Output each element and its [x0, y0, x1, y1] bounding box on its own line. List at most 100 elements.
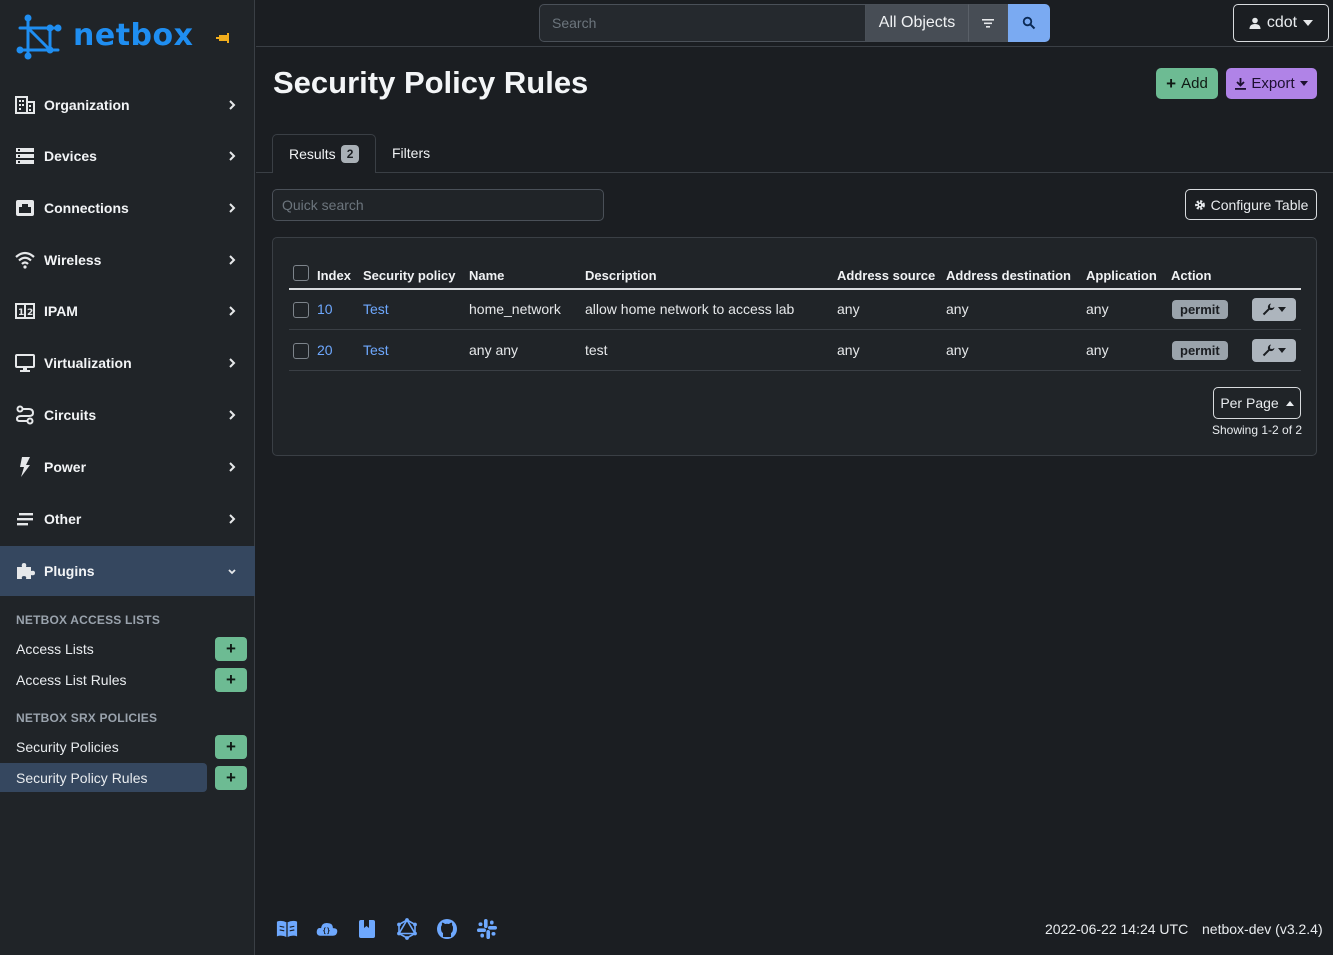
sidebar-link-access-list-rules[interactable]: Access List Rules	[0, 665, 207, 694]
plus-icon: +	[226, 639, 236, 658]
application-cell: any	[1086, 342, 1109, 358]
section-title-access-lists: NETBOX ACCESS LISTS	[16, 613, 161, 627]
address-source-cell: any	[837, 301, 860, 317]
add-security-policy-rule-button[interactable]: +	[215, 766, 247, 790]
notes-icon	[14, 508, 36, 530]
sidebar-item-organization[interactable]: Organization	[0, 80, 255, 130]
security-policy-link[interactable]: Test	[363, 301, 389, 317]
add-access-list-button[interactable]: +	[215, 637, 247, 661]
sidebar-link-security-policy-rules[interactable]: Security Policy Rules	[0, 763, 207, 792]
row-actions-button[interactable]	[1252, 339, 1296, 362]
pagination-summary: Showing 1-2 of 2	[1212, 423, 1303, 437]
slack-icon[interactable]	[476, 918, 498, 940]
user-icon	[1249, 17, 1261, 29]
row-select-checkbox[interactable]	[293, 302, 309, 318]
column-header-name[interactable]: Name	[469, 268, 504, 283]
description-cell: test	[585, 342, 608, 358]
sidebar-item-power[interactable]: Power	[0, 442, 255, 492]
brand-name: netbox	[73, 18, 194, 53]
sidebar-item-devices[interactable]: Devices	[0, 131, 255, 181]
chevron-down-icon	[228, 569, 236, 575]
book-icon[interactable]	[276, 918, 298, 940]
page-title: Security Policy Rules	[273, 65, 589, 100]
column-header-address-source[interactable]: Address source	[837, 268, 935, 283]
sidebar-item-wireless[interactable]: Wireless	[0, 235, 255, 285]
index-link[interactable]: 10	[317, 301, 333, 317]
per-page-dropdown[interactable]: Per Page	[1213, 387, 1301, 419]
svg-text:1: 1	[18, 308, 24, 318]
download-icon	[1235, 77, 1247, 90]
column-header-index[interactable]: Index	[317, 268, 351, 283]
add-button-label: Add	[1181, 75, 1208, 92]
configure-table-label: Configure Table	[1210, 196, 1309, 213]
row-actions-button[interactable]	[1252, 298, 1296, 321]
footer-datetime: 2022-06-22 14:24 UTC	[1045, 921, 1189, 937]
name-cell: any any	[469, 342, 519, 358]
chevron-right-icon	[229, 410, 236, 420]
sidebar-item-connections[interactable]: Connections	[0, 183, 255, 233]
row-select-checkbox[interactable]	[293, 343, 309, 359]
sidebar: netbox Organization Devices Connections …	[0, 0, 255, 955]
column-header-description[interactable]: Description	[585, 268, 657, 283]
add-security-policy-button[interactable]: +	[215, 735, 247, 759]
search-scope-dropdown[interactable]: All Objects	[866, 4, 968, 42]
sidebar-link-access-lists[interactable]: Access Lists	[0, 634, 207, 663]
pin-icon[interactable]	[216, 33, 230, 43]
section-title-srx-policies: NETBOX SRX POLICIES	[16, 711, 158, 725]
column-header-address-destination[interactable]: Address destination	[946, 268, 1071, 283]
sidebar-item-label: Plugins	[44, 563, 95, 579]
tab-results[interactable]: Results 2	[272, 134, 376, 173]
column-header-security-policy[interactable]: Security policy	[363, 268, 455, 283]
graphql-icon[interactable]	[396, 918, 418, 940]
plus-icon: +	[226, 670, 236, 689]
chevron-right-icon	[229, 255, 236, 265]
topbar: Search All Objects cdot	[256, 0, 1333, 47]
sidebar-item-label: Organization	[44, 97, 130, 113]
sidebar-item-plugins[interactable]: Plugins	[0, 546, 255, 596]
chevron-right-icon	[229, 203, 236, 213]
add-button[interactable]: + Add	[1156, 68, 1218, 99]
bookmark-icon[interactable]	[356, 918, 378, 940]
building-icon	[14, 94, 36, 116]
github-icon[interactable]	[436, 918, 458, 940]
cloud-api-icon[interactable]: {}	[316, 918, 338, 940]
add-access-list-rule-button[interactable]: +	[215, 668, 247, 692]
tab-filters[interactable]: Filters	[392, 145, 430, 161]
column-header-action[interactable]: Action	[1171, 268, 1211, 283]
filter-button[interactable]	[968, 4, 1008, 42]
sidebar-item-circuits[interactable]: Circuits	[0, 390, 255, 440]
wrench-icon	[1262, 344, 1275, 357]
configure-table-button[interactable]: Configure Table	[1185, 189, 1317, 220]
column-header-application[interactable]: Application	[1086, 268, 1157, 283]
sidebar-item-ipam[interactable]: 12 IPAM	[0, 286, 255, 336]
svg-text:{}: {}	[322, 927, 330, 935]
username: cdot	[1266, 14, 1298, 31]
address-destination-cell: any	[946, 342, 969, 358]
caret-down-icon	[1278, 348, 1286, 353]
index-link[interactable]: 20	[317, 342, 333, 358]
search-button[interactable]	[1008, 4, 1050, 42]
brand[interactable]: netbox	[0, 0, 254, 80]
svg-text:2: 2	[27, 308, 33, 318]
user-menu-button[interactable]: cdot	[1233, 4, 1329, 42]
sidebar-item-virtualization[interactable]: Virtualization	[0, 338, 255, 388]
results-count-badge: 2	[340, 145, 360, 163]
quick-search-input[interactable]: Quick search	[272, 189, 604, 221]
export-button[interactable]: Export	[1226, 68, 1317, 99]
select-all-checkbox[interactable]	[293, 265, 309, 281]
chevron-right-icon	[229, 151, 236, 161]
chevron-right-icon	[229, 100, 236, 110]
sidebar-link-security-policies[interactable]: Security Policies	[0, 732, 207, 761]
gear-icon	[1194, 199, 1205, 210]
action-badge: permit	[1172, 300, 1228, 319]
caret-down-icon	[1303, 20, 1314, 26]
sidebar-item-label: Connections	[44, 200, 129, 216]
sidebar-item-label: Circuits	[44, 407, 97, 423]
security-policy-link[interactable]: Test	[363, 342, 389, 358]
sidebar-item-other[interactable]: Other	[0, 494, 255, 544]
puzzle-icon	[14, 560, 36, 582]
address-source-cell: any	[837, 342, 860, 358]
search-input[interactable]: Search	[539, 4, 866, 42]
server-icon	[14, 145, 36, 167]
row-divider	[289, 370, 1301, 371]
